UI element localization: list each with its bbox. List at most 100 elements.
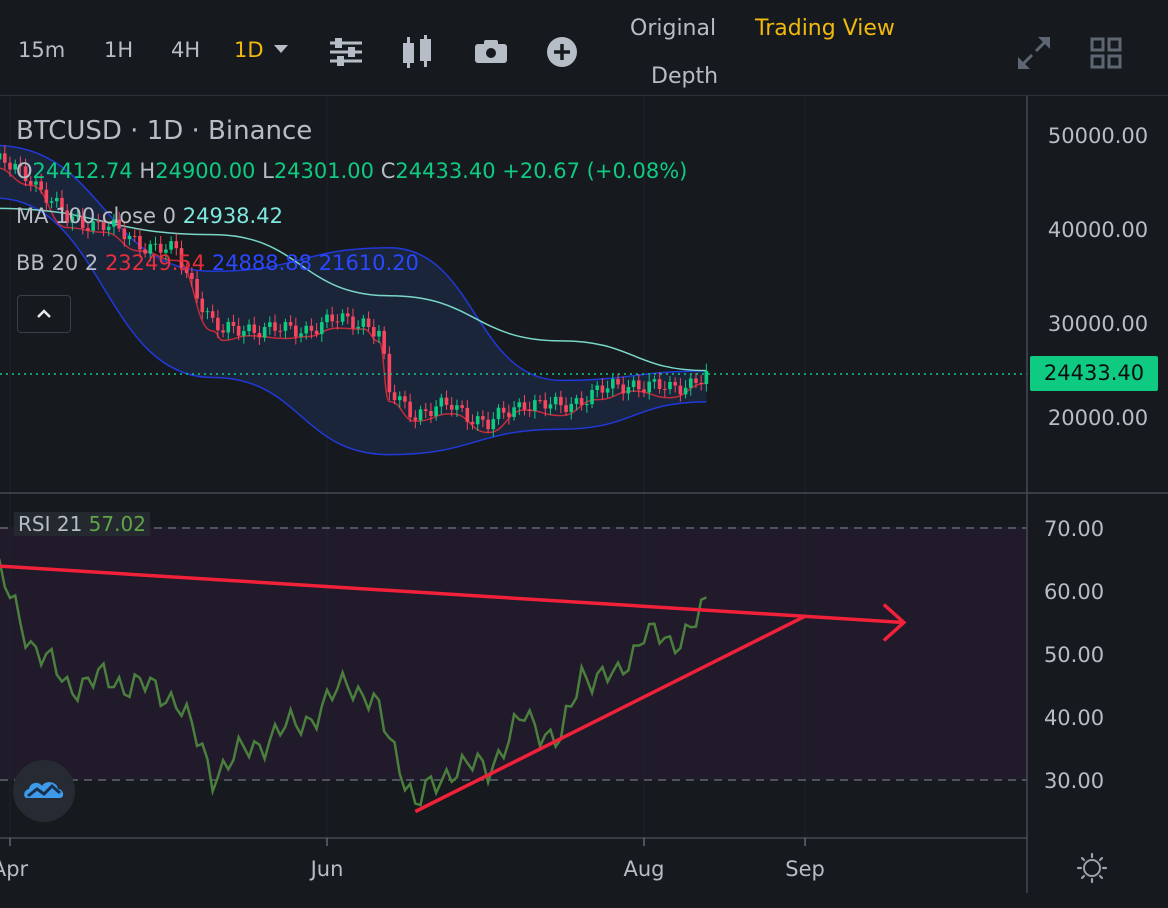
candle-body <box>294 325 298 337</box>
view-depth-tab[interactable]: Depth <box>651 64 718 89</box>
candle-body <box>413 417 418 421</box>
add-indicator-icon[interactable] <box>546 36 578 68</box>
candle-body <box>444 397 449 405</box>
bb-label: BB 20 2 <box>16 251 99 275</box>
change-value: +20.67 (+0.08%) <box>502 159 688 183</box>
candle-body <box>460 405 464 408</box>
rsi-label: RSI 21 <box>18 512 83 536</box>
collapse-legend-button[interactable] <box>17 295 71 333</box>
candle-body <box>262 326 267 338</box>
open-value: 24412.74 <box>32 159 133 183</box>
time-tick-label: Jun <box>309 857 344 881</box>
candle-body <box>507 412 511 417</box>
candle-body <box>657 379 662 390</box>
indicator-settings-icon[interactable] <box>328 36 364 68</box>
candle-body <box>247 324 251 332</box>
low-value: 24301.00 <box>273 159 375 183</box>
bb-legend: BB 20 2 23249.54 24888.88 21610.20 <box>16 251 419 275</box>
candle-body <box>678 385 683 395</box>
candle-body <box>335 321 340 323</box>
candle-body <box>210 311 215 318</box>
candle-body <box>122 228 127 240</box>
layout-grid-icon[interactable] <box>1090 37 1122 69</box>
view-original-tab[interactable]: Original <box>630 16 716 41</box>
fullscreen-icon[interactable] <box>1017 36 1051 70</box>
candle-body <box>418 409 423 421</box>
tradingview-logo[interactable] <box>13 760 75 822</box>
rsi-value: 57.02 <box>88 512 146 536</box>
interval-15m[interactable]: 15m <box>18 38 65 62</box>
candle-body <box>44 189 49 203</box>
candle-body <box>216 317 220 331</box>
candle-body <box>236 325 241 336</box>
view-trading-view-tab[interactable]: Trading View <box>755 16 895 41</box>
candle-body <box>299 333 303 337</box>
time-tick-label: Aug <box>623 857 664 881</box>
candle-body <box>662 389 667 391</box>
rsi-axis[interactable]: 70.00 60.00 50.00 40.00 30.00 <box>1044 517 1104 793</box>
chevron-down-icon[interactable] <box>272 42 290 56</box>
candle-body <box>600 385 605 393</box>
candle-body <box>382 330 386 354</box>
chart-settings-gear-icon[interactable] <box>1076 852 1108 884</box>
candle-body <box>127 235 132 240</box>
candle-body <box>668 381 672 390</box>
candle-body <box>465 407 470 422</box>
interval-1h[interactable]: 1H <box>104 38 133 62</box>
candle-body <box>611 378 615 389</box>
candle-body <box>683 387 688 395</box>
candle-body <box>590 389 594 405</box>
candle-body <box>257 332 262 338</box>
candle-body <box>371 327 376 337</box>
candle-body <box>564 405 568 412</box>
candle-type-icon[interactable] <box>397 34 439 70</box>
candle-body <box>320 322 324 335</box>
interval-4h[interactable]: 4H <box>171 38 200 62</box>
rsi-tick-label: 30.00 <box>1044 769 1104 793</box>
candle-body <box>486 419 490 430</box>
candle-body <box>403 396 407 402</box>
candle-body <box>616 378 620 385</box>
candle-body <box>387 353 392 393</box>
close-label: C <box>380 159 396 183</box>
high-label: H <box>139 159 156 183</box>
candle-body <box>314 330 319 335</box>
time-axis[interactable]: Apr Jun Aug Sep <box>0 838 825 881</box>
rsi-tick-label: 70.00 <box>1044 517 1104 541</box>
candle-body <box>273 322 277 331</box>
candle-body <box>475 416 480 425</box>
candle-body <box>559 396 563 406</box>
candle-body <box>434 406 438 417</box>
bb-upper-value: 24888.88 <box>211 251 313 275</box>
candle-body <box>491 419 496 430</box>
candle-body <box>268 322 272 327</box>
candle-body <box>408 401 412 418</box>
candle-body <box>455 405 459 410</box>
chevron-up-icon <box>37 309 51 318</box>
candle-body <box>543 400 548 409</box>
candle-body <box>496 407 501 420</box>
candle-body <box>512 407 516 417</box>
time-tick-label: Apr <box>0 857 29 881</box>
open-label: O <box>16 159 33 183</box>
price-tick-label: 30000.00 <box>1048 312 1148 336</box>
screenshot-icon[interactable] <box>474 38 508 64</box>
candle-body <box>449 404 454 410</box>
candle-body <box>621 384 626 394</box>
interval-1d[interactable]: 1D <box>234 38 264 62</box>
candle-body <box>579 398 584 406</box>
candle-body <box>345 313 350 317</box>
candle-body <box>470 421 475 425</box>
candle-body <box>694 378 698 383</box>
ma-legend: MA 100 close 0 24938.42 <box>16 204 283 228</box>
rsi-legend: RSI 21 57.02 <box>14 512 150 536</box>
bb-lower-value: 21610.20 <box>318 251 419 275</box>
candle-body <box>574 398 579 404</box>
candle-body <box>278 330 283 332</box>
candle-body <box>626 387 631 394</box>
symbol-title: BTCUSD · 1D · Binance <box>16 116 313 146</box>
candle-body <box>595 385 600 390</box>
last-price-tag: 24433.40 <box>1030 356 1158 391</box>
ma-value: 24938.42 <box>182 204 283 228</box>
candle-body <box>631 380 636 388</box>
